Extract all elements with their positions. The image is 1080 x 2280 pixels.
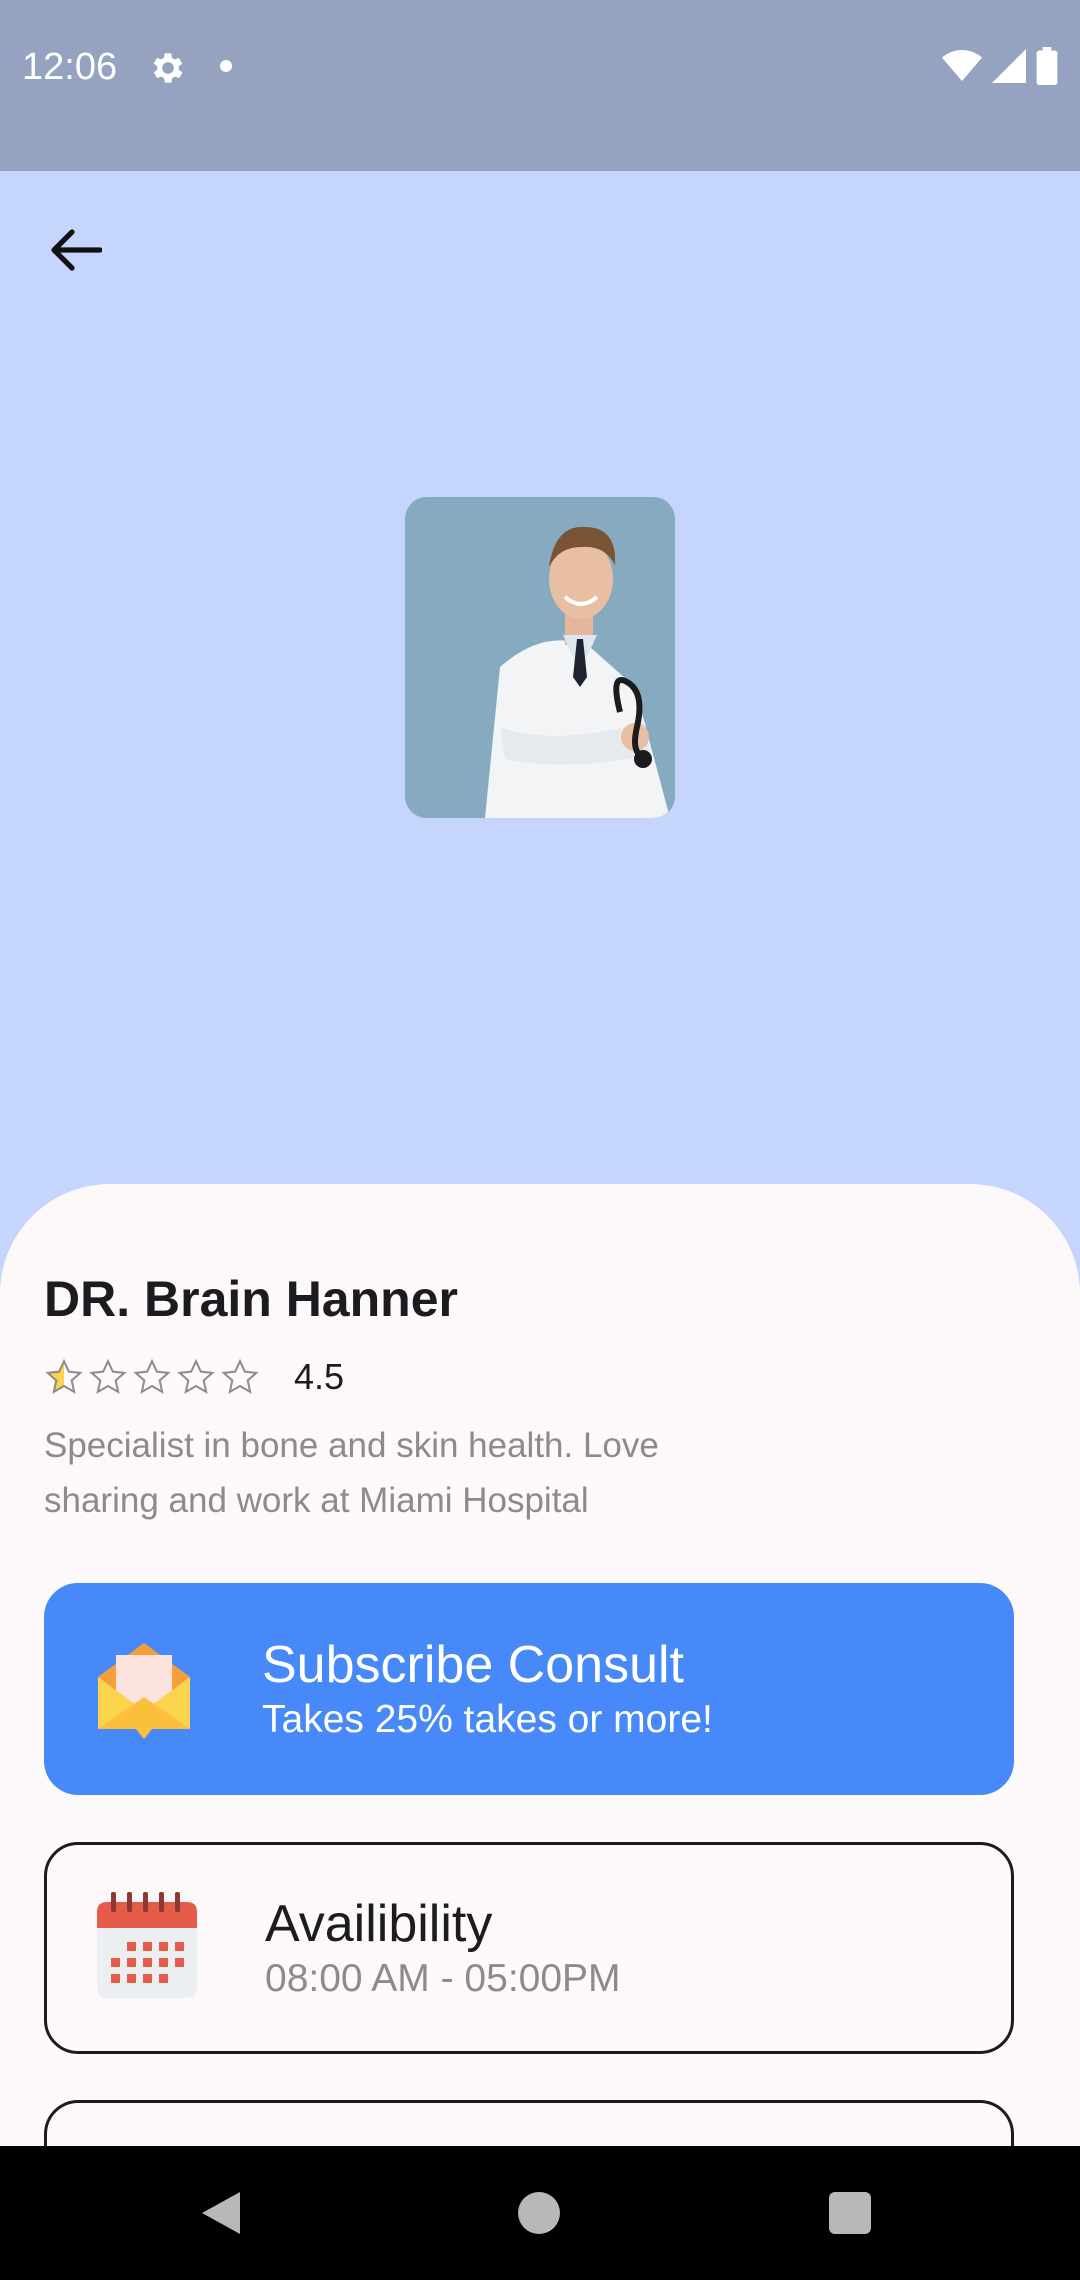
subscribe-card-text: Subscribe Consult Takes 25% takes or mor…	[262, 1634, 713, 1744]
star-empty-icon	[221, 1358, 259, 1394]
star-empty-icon	[177, 1358, 215, 1394]
subscribe-card-title: Subscribe Consult	[262, 1636, 684, 1694]
star-half-icon	[45, 1358, 83, 1394]
subscribe-card-subtitle: Takes 25% takes or more!	[262, 1698, 713, 1741]
rating-row: 4.5	[44, 1352, 344, 1402]
doctor-portrait-image	[405, 497, 675, 818]
status-time: 12:06	[22, 46, 118, 88]
rating-value: 4.5	[294, 1356, 345, 1397]
doctor-photo	[405, 497, 675, 818]
availability-card-text: Availibility 08:00 AM - 05:00PM	[265, 1893, 621, 2003]
doctor-bio: Specialist in bone and skin health. Love…	[44, 1426, 659, 1520]
subscribe-consult-card[interactable]: Subscribe Consult Takes 25% takes or mor…	[44, 1583, 1014, 1795]
availability-card[interactable]: Availibility 08:00 AM - 05:00PM	[44, 1842, 1014, 2054]
status-right-icons	[942, 46, 1058, 86]
recents-square-icon[interactable]	[829, 2192, 871, 2234]
status-bar: 12:06	[0, 0, 1080, 171]
rating-stars[interactable]	[44, 1357, 260, 1397]
notification-dot-icon	[220, 60, 232, 72]
envelope-icon	[98, 1643, 190, 1739]
home-circle-icon[interactable]	[518, 2192, 560, 2234]
navigation-bar	[0, 2146, 1080, 2280]
star-empty-icon	[89, 1358, 127, 1394]
gear-icon	[153, 53, 183, 83]
battery-icon	[1036, 47, 1058, 85]
signal-icon	[992, 49, 1026, 83]
wifi-icon	[942, 50, 982, 81]
calendar-icon	[97, 1892, 197, 1998]
availability-card-title: Availibility	[265, 1895, 493, 1953]
back-button[interactable]	[40, 214, 112, 286]
back-triangle-icon[interactable]	[200, 2190, 242, 2236]
arrow-left-icon	[51, 229, 102, 271]
doctor-name: DR. Brain Hanner	[44, 1271, 458, 1327]
availability-card-subtitle: 08:00 AM - 05:00PM	[265, 1957, 621, 2000]
star-empty-icon	[133, 1358, 171, 1394]
